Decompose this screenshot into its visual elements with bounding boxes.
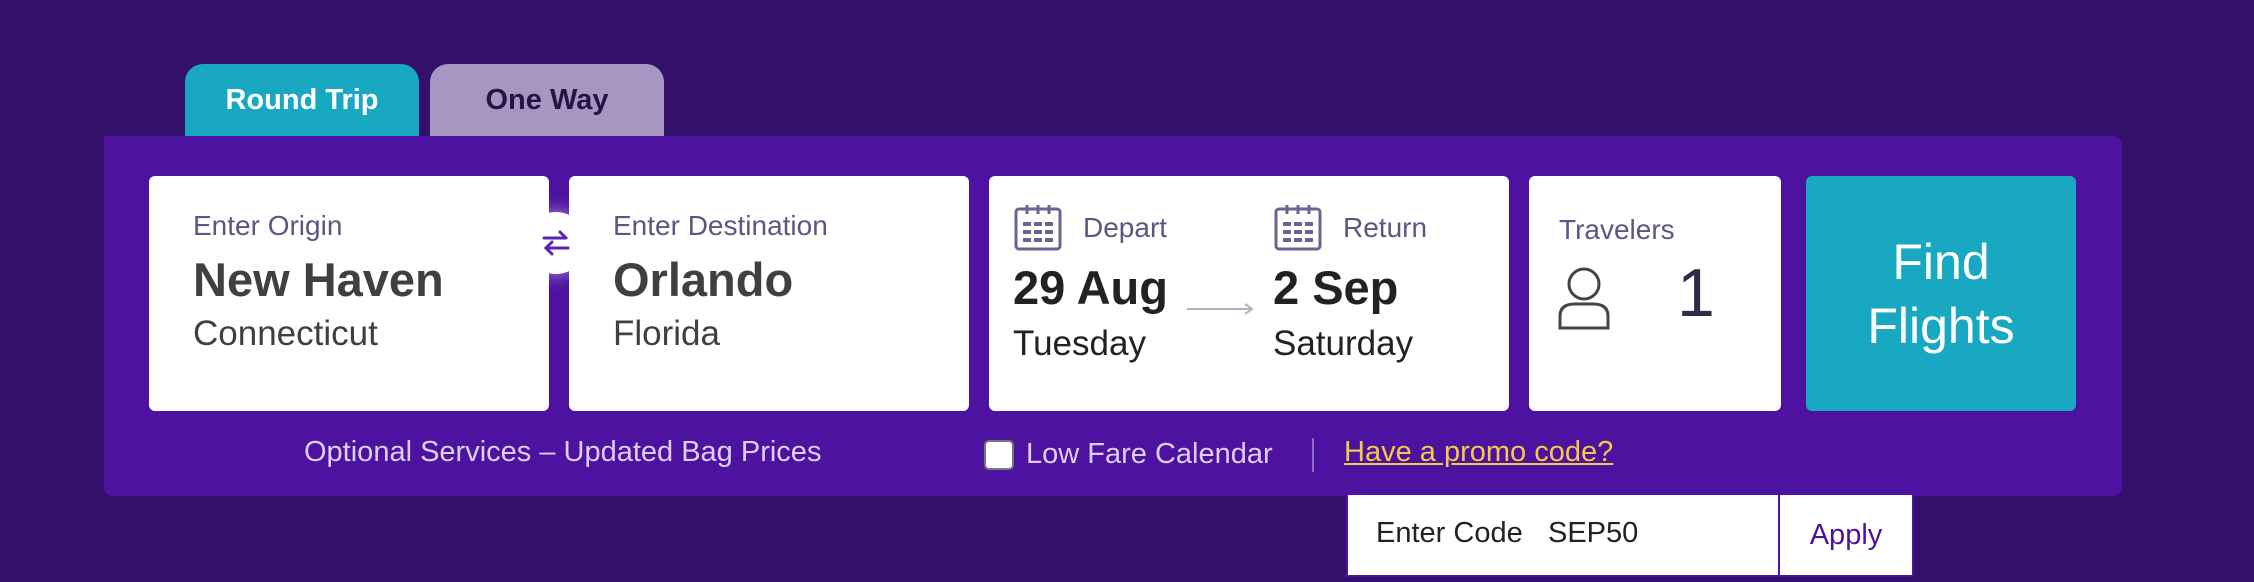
promo-code-input[interactable] [1548, 511, 1768, 555]
destination-state: Florida [613, 314, 720, 353]
origin-label: Enter Origin [193, 210, 343, 241]
depart-label: Depart [1083, 212, 1168, 243]
dates-field[interactable]: Depart 29 Aug Tuesday Return 2 Sep Satur… [989, 176, 1509, 411]
flight-search-panel: Enter Origin New Haven Connecticut Enter… [104, 136, 2122, 496]
tab-one-way[interactable]: One Way [430, 64, 664, 136]
return-label: Return [1343, 212, 1428, 243]
destination-field[interactable]: Enter Destination Orlando Florida [569, 176, 969, 411]
find-flights-button[interactable]: Find Flights [1806, 176, 2076, 411]
low-fare-calendar-label[interactable]: Low Fare Calendar [1026, 438, 1273, 471]
person-icon [1558, 267, 1610, 330]
return-day: Saturday [1273, 324, 1414, 363]
origin-city: New Haven [193, 253, 444, 306]
swap-button[interactable] [525, 212, 587, 274]
depart-date: 29 Aug [1013, 261, 1168, 314]
tab-round-trip[interactable]: Round Trip [185, 64, 419, 136]
travelers-count: 1 [1677, 255, 1715, 331]
origin-field[interactable]: Enter Origin New Haven Connecticut [149, 176, 549, 411]
calendar-icon [1274, 205, 1322, 251]
destination-label: Enter Destination [613, 210, 828, 241]
promo-code-label: Enter Code [1376, 517, 1523, 549]
optional-services-link[interactable]: Optional Services – Updated Bag Prices [304, 436, 821, 469]
arrow-right-icon [1187, 303, 1254, 315]
apply-button[interactable]: Apply [1778, 495, 1912, 575]
origin-state: Connecticut [193, 314, 378, 353]
destination-city: Orlando [613, 253, 794, 306]
promo-code-box: Enter Code Apply [1346, 495, 1914, 577]
divider [1312, 438, 1314, 472]
promo-code-link[interactable]: Have a promo code? [1344, 436, 1613, 469]
find-flights-line1: Find [1892, 233, 1990, 290]
find-flights-line2: Flights [1867, 297, 2015, 354]
depart-day: Tuesday [1013, 324, 1146, 363]
calendar-icon [1014, 205, 1062, 251]
low-fare-calendar-checkbox[interactable] [984, 440, 1014, 470]
travelers-label: Travelers [1559, 214, 1675, 245]
swap-arrows-icon [542, 230, 570, 256]
travelers-field[interactable]: Travelers 1 [1529, 176, 1781, 411]
return-date: 2 Sep [1273, 261, 1399, 314]
